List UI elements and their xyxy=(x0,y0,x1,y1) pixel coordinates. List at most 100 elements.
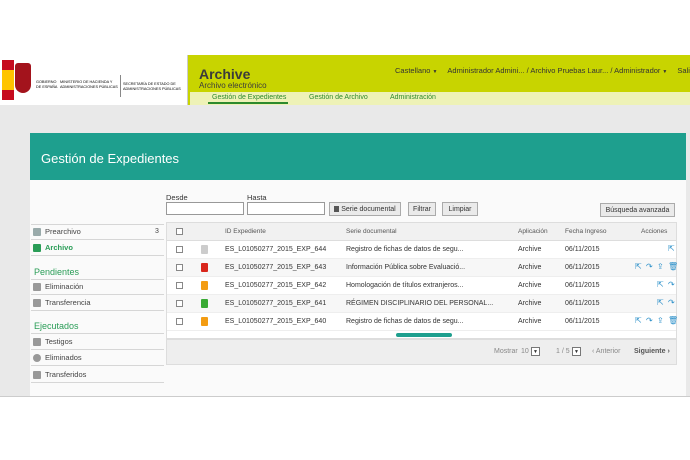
cell-id-expediente[interactable]: ES_L01050277_2015_EXP_640 xyxy=(225,318,326,325)
export-icon[interactable]: ⇱ xyxy=(635,316,642,325)
cell-serie-documental: Registro de fichas de datos de segu... xyxy=(346,246,464,253)
hasta-input[interactable] xyxy=(247,202,325,215)
col-id-expediente[interactable]: ID Expediente xyxy=(225,228,266,235)
archive-box-icon xyxy=(33,227,41,236)
delete-icon[interactable]: 🗑 xyxy=(668,316,678,325)
cell-fecha-ingreso: 06/11/2015 xyxy=(565,318,600,325)
cell-serie-documental: Información Pública sobre Evaluació... xyxy=(346,264,466,271)
archive-icon xyxy=(33,243,41,252)
serie-documental-button[interactable]: Serie documental xyxy=(329,202,401,216)
cell-serie-documental: RÉGIMEN DISCIPLINARIO DEL PERSONAL... xyxy=(346,300,494,307)
desde-input[interactable] xyxy=(166,202,244,215)
subnav-gestion-expedientes[interactable]: Gestión de Expedientes xyxy=(212,94,286,101)
user-context-selector[interactable]: Administrador Admini... / Archivo Prueba… xyxy=(447,66,667,75)
select-all-checkbox[interactable] xyxy=(176,228,183,235)
app-title: Archive xyxy=(199,66,251,82)
top-menu: Castellano ▼ Administrador Admini... / Ar… xyxy=(395,66,690,75)
cell-id-expediente[interactable]: ES_L01050277_2015_EXP_642 xyxy=(225,282,326,289)
export-icon[interactable]: ⇱ xyxy=(635,262,642,271)
logo-secretariat-text: SECRETARÍA DE ESTADO DE ADMINISTRACIONES… xyxy=(123,82,181,91)
cell-id-expediente[interactable]: ES_L01050277_2015_EXP_643 xyxy=(225,264,326,271)
col-acciones: Acciones xyxy=(641,228,668,235)
government-logo: GOBIERNO DE ESPAÑA MINISTERIO DE HACIEND… xyxy=(0,55,188,105)
sidebar-item-transferencia[interactable]: Transferencia xyxy=(33,298,91,307)
sidebar-item-testigos[interactable]: Testigos xyxy=(33,337,73,346)
exit-link[interactable]: Salir xyxy=(677,66,690,75)
prearchivo-count: 3 xyxy=(155,228,159,235)
share-icon[interactable]: ↷ xyxy=(668,298,675,307)
page-size-value[interactable]: 10 xyxy=(521,348,529,355)
cell-serie-documental: Registro de fichas de datos de segu... xyxy=(346,318,464,325)
page-select-dropdown-icon[interactable]: ▼ xyxy=(572,347,581,356)
horizontal-scrollbar[interactable] xyxy=(396,333,452,337)
sidebar-heading-ejecutados: Ejecutados xyxy=(34,321,79,331)
subnav-administracion[interactable]: Administración xyxy=(390,94,436,101)
col-aplicacion[interactable]: Aplicación xyxy=(518,228,548,235)
filtrar-button[interactable]: Filtrar xyxy=(408,202,436,216)
sidebar-heading-pendientes: Pendientes xyxy=(34,267,80,277)
page-size-dropdown-icon[interactable]: ▼ xyxy=(531,347,540,356)
limpiar-button[interactable]: Limpiar xyxy=(442,202,478,216)
row-checkbox[interactable] xyxy=(176,300,183,307)
cell-aplicacion: Archive xyxy=(518,318,542,325)
cell-id-expediente[interactable]: ES_L01050277_2015_EXP_641 xyxy=(225,300,326,307)
row-checkbox[interactable] xyxy=(176,282,183,289)
prev-page-link[interactable]: ‹ Anterior xyxy=(592,348,620,355)
col-fecha-ingreso[interactable]: Fecha Ingreso xyxy=(565,228,607,235)
transfer-icon xyxy=(33,298,41,307)
col-serie-documental[interactable]: Serie documental xyxy=(346,228,397,235)
subnav-active-indicator xyxy=(208,102,288,104)
spain-flag-icon xyxy=(2,60,14,100)
cell-fecha-ingreso: 06/11/2015 xyxy=(565,282,600,289)
cell-fecha-ingreso: 06/11/2015 xyxy=(565,246,600,253)
document-status-icon xyxy=(201,317,208,326)
export-icon[interactable]: ⇱ xyxy=(657,298,664,307)
transferred-icon xyxy=(33,370,41,379)
share-icon[interactable]: ↷ xyxy=(646,316,653,325)
row-checkbox[interactable] xyxy=(176,246,183,253)
document-status-icon xyxy=(201,263,208,272)
upload-icon[interactable]: ⇪ xyxy=(657,316,664,325)
cell-serie-documental: Homologación de títulos extranjeros... xyxy=(346,282,464,289)
page-info[interactable]: 1 / 5 xyxy=(556,348,570,355)
deleted-icon xyxy=(33,353,41,362)
cell-aplicacion: Archive xyxy=(518,264,542,271)
cell-aplicacion: Archive xyxy=(518,282,542,289)
logo-gov-text: GOBIERNO DE ESPAÑA xyxy=(36,80,58,89)
document-status-icon xyxy=(201,299,208,308)
next-page-link[interactable]: Siguiente › xyxy=(634,348,670,355)
sidebar-item-prearchivo[interactable]: Prearchivo xyxy=(33,227,81,236)
coat-of-arms-icon xyxy=(15,63,31,93)
sidebar-item-eliminacion[interactable]: Eliminación xyxy=(33,282,83,291)
sidebar-item-archivo[interactable]: Archivo xyxy=(33,243,73,252)
sidebar-item-eliminados[interactable]: Eliminados xyxy=(33,353,82,362)
document-status-icon xyxy=(201,281,208,290)
share-icon[interactable]: ↷ xyxy=(668,280,675,289)
row-checkbox[interactable] xyxy=(176,264,183,271)
cell-fecha-ingreso: 06/11/2015 xyxy=(565,300,600,307)
document-icon xyxy=(334,206,340,212)
caret-down-icon: ▼ xyxy=(662,69,668,75)
upload-icon[interactable]: ⇪ xyxy=(657,262,664,271)
hasta-label: Hasta xyxy=(247,193,267,202)
subnav-gestion-archivo[interactable]: Gestión de Archivo xyxy=(309,94,368,101)
page-title: Gestión de Expedientes xyxy=(41,151,180,166)
sidebar-item-transferidos[interactable]: Transferidos xyxy=(33,370,86,379)
cell-fecha-ingreso: 06/11/2015 xyxy=(565,264,600,271)
advanced-search-button[interactable]: Búsqueda avanzada xyxy=(600,203,675,217)
witness-icon xyxy=(33,337,41,346)
document-status-icon xyxy=(201,245,208,254)
row-checkbox[interactable] xyxy=(176,318,183,325)
share-icon[interactable]: ↷ xyxy=(646,262,653,271)
app-subtitle: Archivo electrónico xyxy=(199,81,267,90)
language-selector[interactable]: Castellano ▼ xyxy=(395,66,437,75)
delete-icon[interactable]: 🗑 xyxy=(668,262,678,271)
trash-icon xyxy=(33,282,41,291)
cell-id-expediente[interactable]: ES_L01050277_2015_EXP_644 xyxy=(225,246,326,253)
logo-ministry-text: MINISTERIO DE HACIENDA Y ADMINISTRACIONE… xyxy=(60,80,118,89)
export-icon[interactable]: ⇱ xyxy=(657,280,664,289)
export-icon[interactable]: ⇱ xyxy=(668,244,675,253)
cell-aplicacion: Archive xyxy=(518,300,542,307)
page: GOBIERNO DE ESPAÑA MINISTERIO DE HACIEND… xyxy=(0,0,690,460)
desde-label: Desde xyxy=(166,193,188,202)
